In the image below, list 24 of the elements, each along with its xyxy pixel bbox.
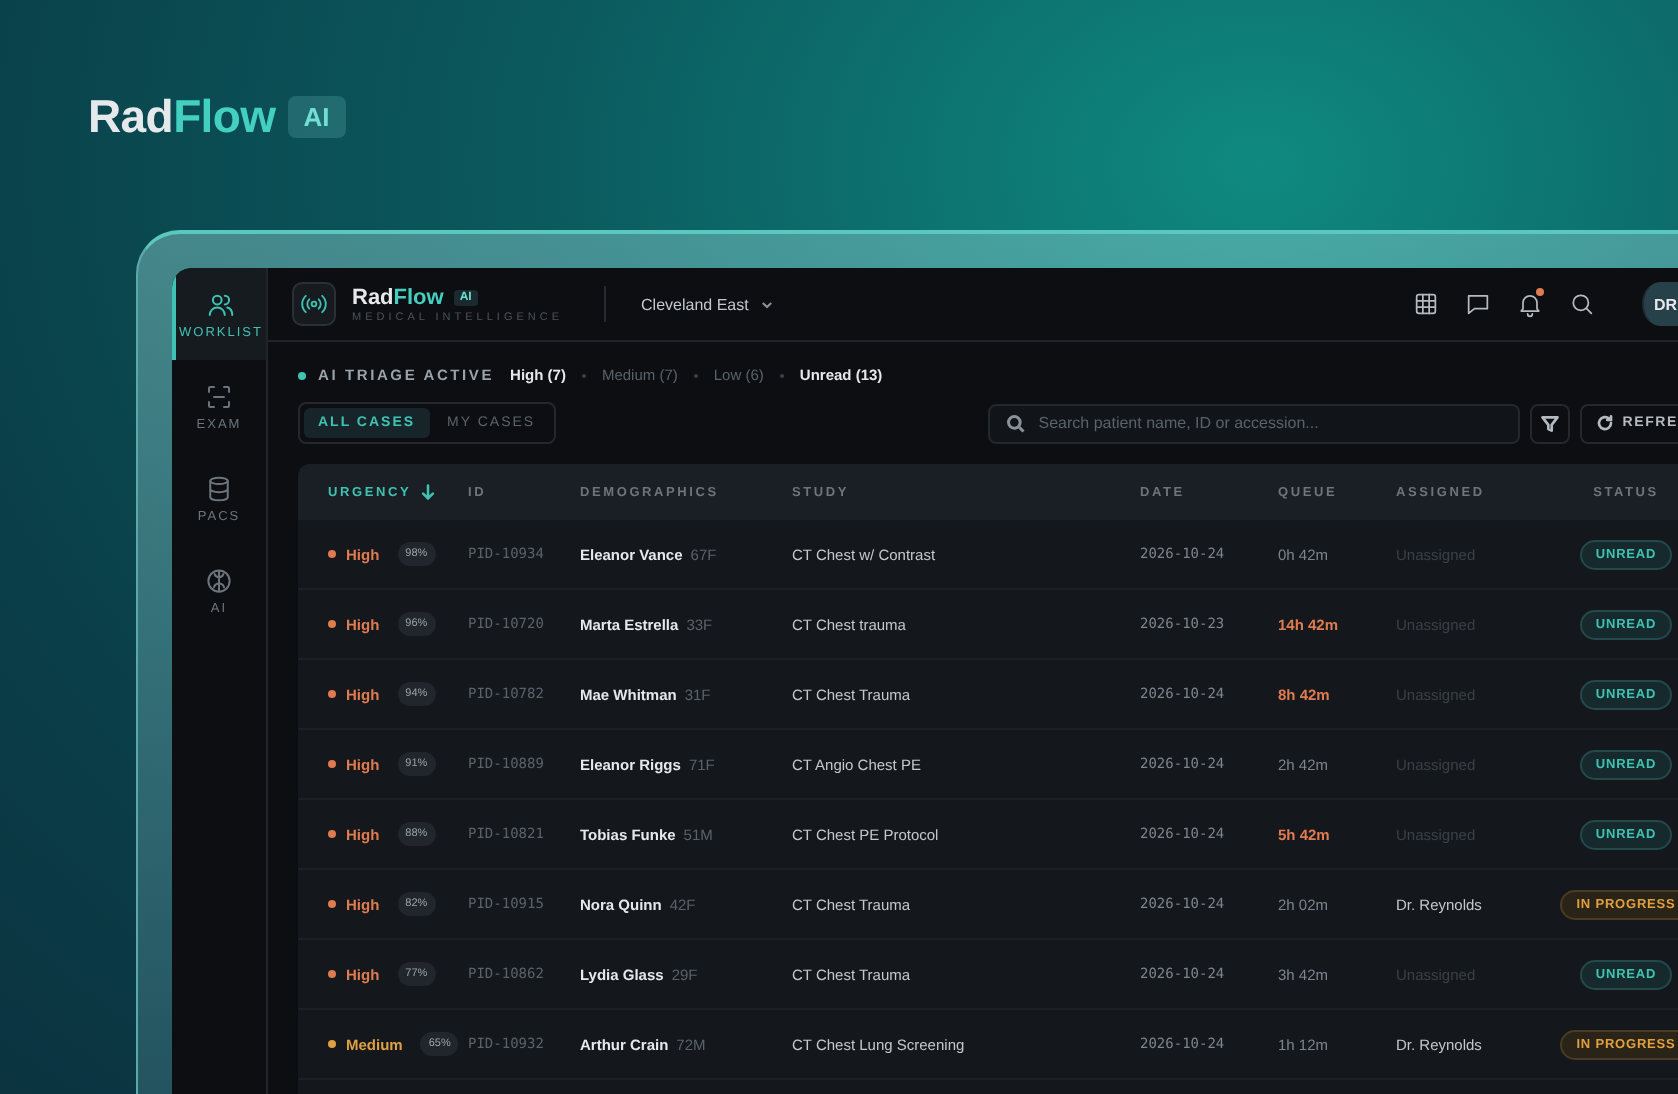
filter-button[interactable] [1530, 403, 1571, 443]
status-dot [298, 371, 306, 379]
filter-icon [1540, 413, 1561, 433]
search-input[interactable]: Search patient name, ID or accession... [1038, 414, 1503, 432]
sort-arrow-icon [419, 484, 436, 500]
separator-dot [779, 373, 784, 377]
ai-badge: AI [287, 95, 346, 137]
scan-icon [204, 381, 234, 411]
user-avatar[interactable]: DR [1642, 282, 1678, 326]
search-field[interactable]: Search patient name, ID or accession... [988, 403, 1521, 443]
database-icon [204, 473, 234, 503]
chevron-down-icon [760, 297, 775, 311]
location-selector[interactable]: Cleveland East [641, 295, 775, 313]
search-icon[interactable] [1566, 288, 1598, 320]
brand-logo: RadFlow [88, 89, 276, 143]
app-name: RadFlow [352, 285, 444, 309]
separator-dot [693, 373, 698, 377]
refresh-icon [1596, 414, 1615, 432]
separator-dot [581, 373, 586, 377]
app-logo-icon [292, 282, 336, 326]
grid-icon[interactable] [1410, 288, 1442, 320]
brain-icon [204, 565, 234, 595]
search-icon [1006, 413, 1027, 433]
users-icon [206, 289, 236, 319]
